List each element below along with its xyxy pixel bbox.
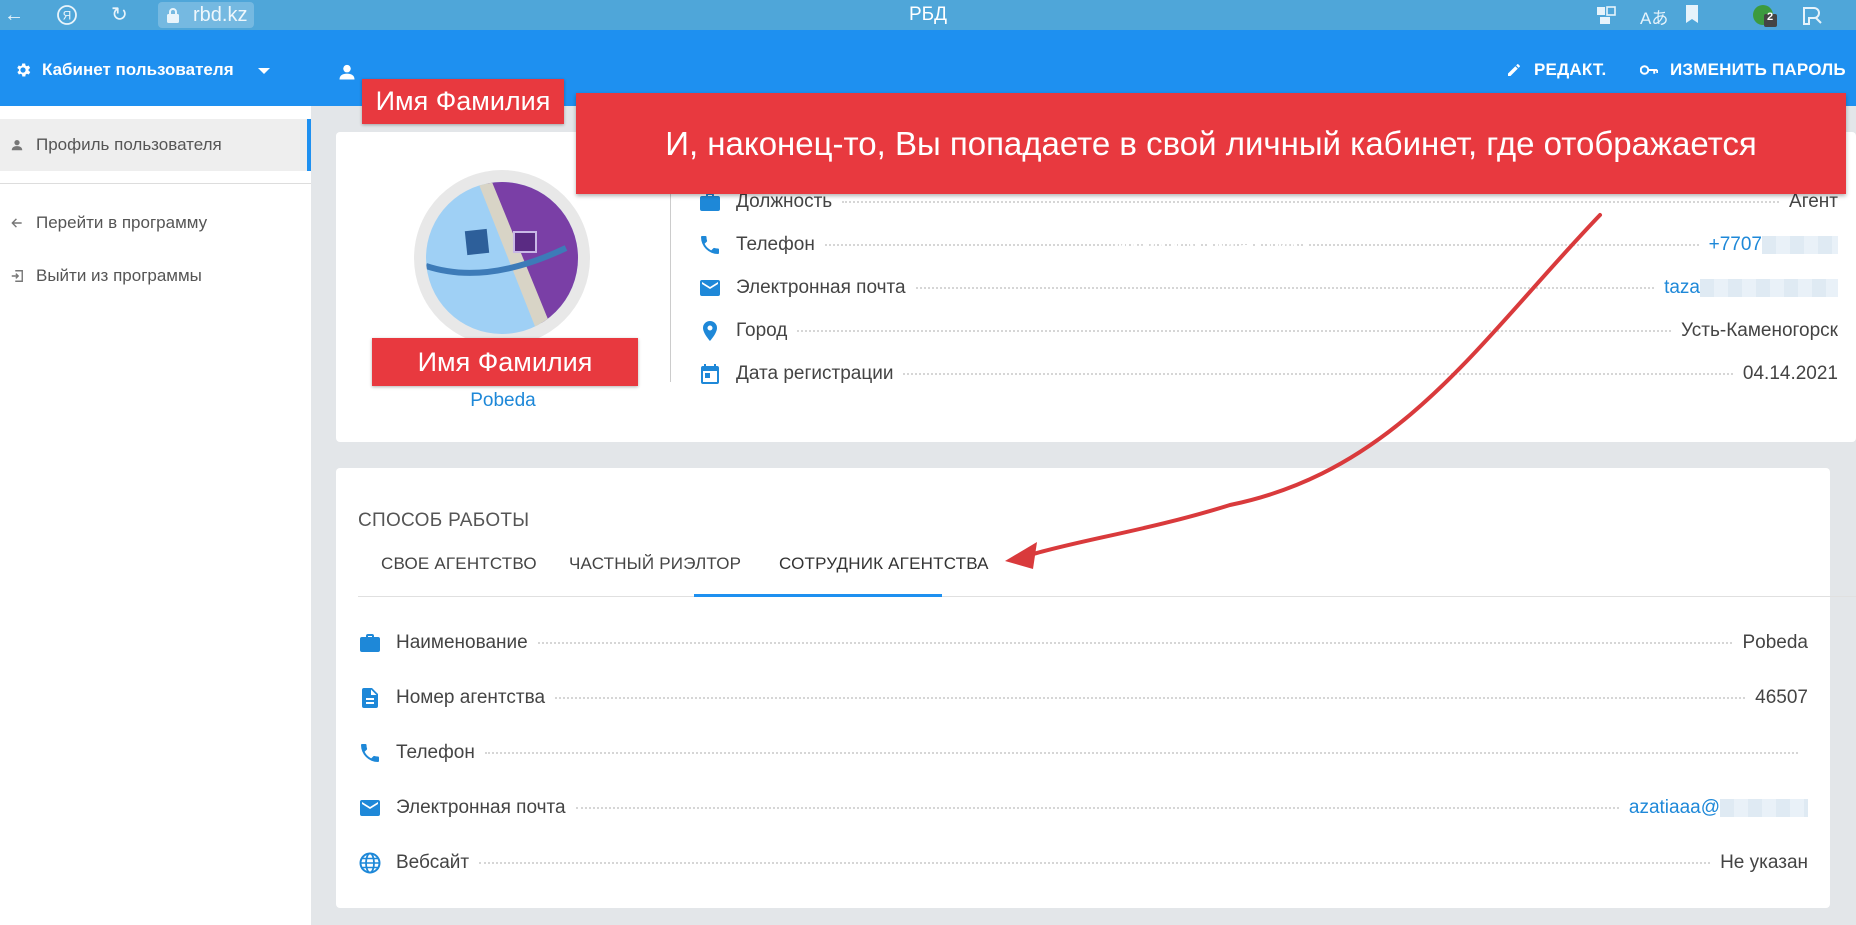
edit-button[interactable]: РЕДАКТ.	[1506, 60, 1606, 80]
field-value: Pobeda	[1742, 632, 1808, 653]
field-value: Не указан	[1720, 852, 1808, 873]
annotation-callout: И, наконец-то, Вы попадаете в свой личны…	[576, 93, 1846, 263]
phone-icon	[701, 236, 719, 254]
profile-icon[interactable]: 2	[1752, 4, 1778, 33]
arrow-left-icon	[11, 218, 22, 228]
phone-icon	[361, 744, 379, 762]
field-value-email[interactable]: taza	[1664, 277, 1838, 299]
user-name-header: Имя Фамилия	[362, 79, 564, 124]
work-row-name: Наименование Pobeda	[358, 628, 1808, 658]
tabs-divider	[358, 596, 1856, 597]
pencil-icon	[1508, 64, 1520, 76]
field-label: Наименование	[396, 632, 528, 653]
dotted-leader	[537, 642, 1733, 644]
bookmark-icon[interactable]	[1684, 4, 1700, 29]
cabinet-title: Кабинет пользователя	[42, 60, 234, 79]
email-icon	[700, 280, 720, 296]
user-icon	[339, 64, 355, 80]
cabinet-menu[interactable]: Кабинет пользователя	[14, 60, 234, 80]
field-label: Дата регистрации	[736, 363, 894, 384]
document-icon	[362, 688, 378, 708]
field-label: Номер агентства	[396, 687, 546, 708]
field-label: Электронная почта	[396, 797, 566, 818]
field-label: Телефон	[736, 234, 815, 255]
gear-icon	[17, 63, 31, 77]
work-row-email: Электронная почта azatiaaa@	[358, 793, 1808, 823]
dotted-leader	[797, 330, 1671, 332]
sidebar-item-profile[interactable]: Профиль пользователя	[0, 119, 311, 171]
dotted-leader	[842, 201, 1780, 203]
person-icon	[11, 140, 23, 151]
field-value: Усть-Каменогорск	[1680, 320, 1838, 341]
section-title: СПОСОБ РАБОТЫ	[358, 510, 530, 531]
field-label: Электронная почта	[736, 277, 906, 298]
sidebar-divider	[0, 183, 311, 184]
globe-icon	[359, 852, 381, 874]
browser-toolbar: ← Я ↻ rbd.kz РБД Aあ 2	[0, 0, 1856, 30]
tab-private-realtor[interactable]: ЧАСТНЫЙ РИЭЛТОР	[569, 554, 741, 574]
email-icon	[360, 800, 380, 816]
location-icon	[703, 321, 717, 341]
dotted-leader	[555, 697, 1746, 699]
key-icon	[1640, 65, 1658, 75]
translate-icon[interactable]: Aあ	[1640, 4, 1668, 29]
work-row-phone: Телефон	[358, 738, 1808, 768]
profile-name: Имя Фамилия	[372, 338, 638, 386]
work-row-website: Вебсайт Не указан	[358, 848, 1808, 878]
tab-own-agency[interactable]: СВОЕ АГЕНТСТВО	[381, 554, 537, 574]
sidebar-item-label: Перейти в программу	[36, 213, 208, 232]
change-password-label: ИЗМЕНИТЬ ПАРОЛЬ	[1670, 60, 1846, 79]
calendar-icon	[701, 364, 719, 384]
profile-row-registration-date: Дата регистрации 04.14.2021	[698, 359, 1838, 389]
profile-badge: 2	[1767, 11, 1774, 23]
dotted-leader	[484, 752, 1798, 754]
sidebar-item-logout[interactable]: Выйти из программы	[0, 250, 311, 302]
sidebar-item-label: Выйти из программы	[36, 266, 202, 285]
sidebar-item-label: Профиль пользователя	[36, 135, 222, 154]
sidebar: Профиль пользователя Перейти в программу…	[0, 106, 311, 925]
company-link[interactable]: Pobeda	[336, 390, 670, 412]
downloads-icon[interactable]	[1800, 4, 1826, 33]
avatar[interactable]	[414, 170, 590, 346]
field-value-phone[interactable]: +7707	[1709, 234, 1838, 256]
field-value: 04.14.2021	[1742, 363, 1838, 384]
extensions-icon[interactable]	[1595, 4, 1617, 31]
chevron-down-icon[interactable]	[258, 68, 270, 74]
field-label: Город	[736, 320, 788, 341]
vertical-divider	[670, 182, 671, 382]
field-value: 46507	[1755, 687, 1808, 708]
field-value: azatiaaa@	[1628, 797, 1720, 818]
change-password-button[interactable]: ИЗМЕНИТЬ ПАРОЛЬ	[1640, 60, 1846, 80]
tab-agency-employee[interactable]: СОТРУДНИК АГЕНТСТВА	[779, 554, 989, 574]
redacted-blur	[1720, 798, 1808, 817]
redacted-blur	[1700, 278, 1838, 297]
briefcase-icon	[360, 634, 380, 652]
redacted-blur	[1762, 235, 1838, 254]
field-value-email[interactable]: azatiaaa@	[1629, 797, 1808, 819]
field-value: +7707	[1708, 234, 1762, 255]
field-value: Агент	[1789, 191, 1838, 212]
dotted-leader	[575, 807, 1619, 809]
field-label: Должность	[736, 191, 833, 212]
profile-row-city: Город Усть-Каменогорск	[698, 316, 1838, 346]
exit-icon	[11, 270, 23, 282]
field-value: taza	[1664, 277, 1700, 298]
active-tab-indicator	[694, 594, 942, 597]
work-row-agency-number: Номер агентства 46507	[358, 683, 1808, 713]
field-label: Телефон	[396, 742, 475, 763]
field-label: Вебсайт	[396, 852, 470, 873]
browser-title: РБД	[908, 4, 947, 25]
work-method-card: СПОСОБ РАБОТЫ СВОЕ АГЕНТСТВО ЧАСТНЫЙ РИЭ…	[336, 468, 1856, 908]
sidebar-item-go-to-program[interactable]: Перейти в программу	[0, 197, 311, 249]
edit-label: РЕДАКТ.	[1534, 60, 1607, 79]
dotted-leader	[479, 862, 1711, 864]
dotted-leader	[903, 373, 1733, 375]
